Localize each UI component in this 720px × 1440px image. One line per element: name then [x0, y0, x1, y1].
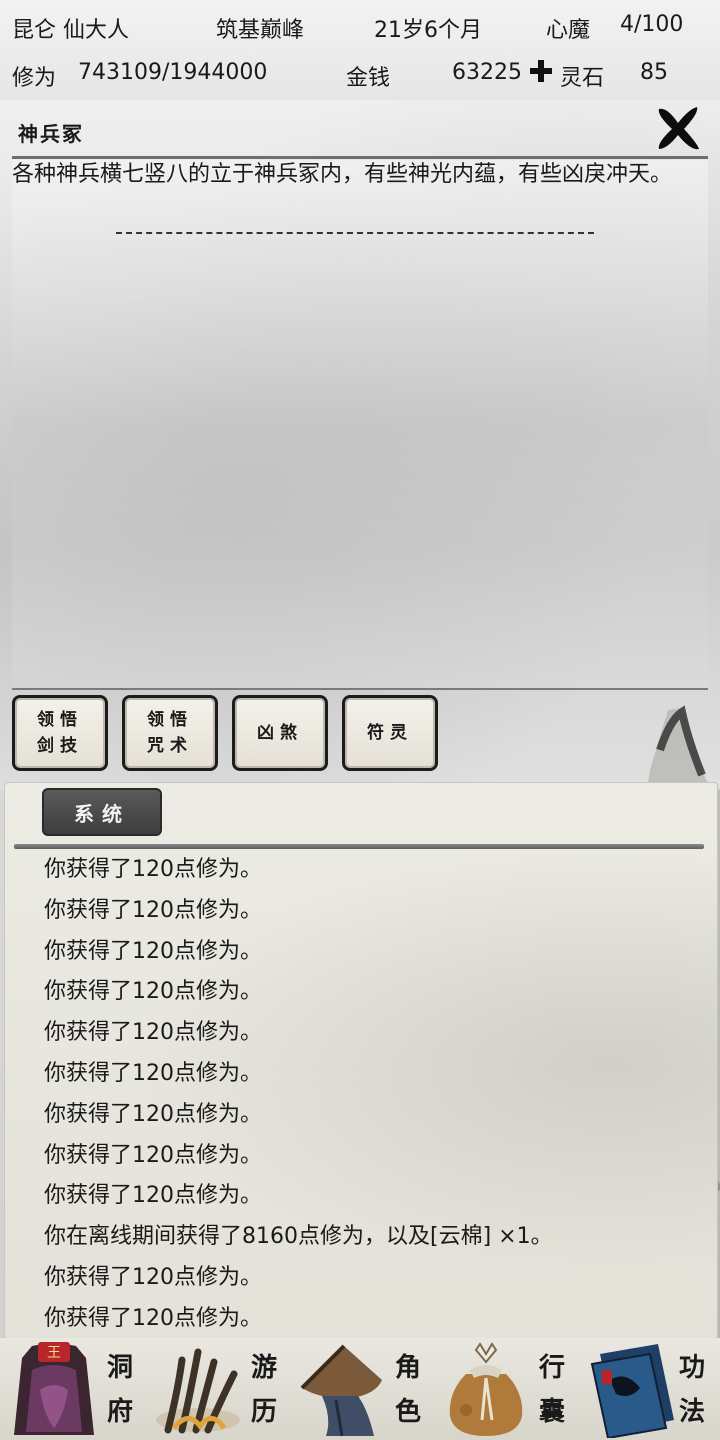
cultivation-realm: 筑基巅峰 [216, 18, 305, 43]
log-entry: 你获得了120点修为。 [44, 1264, 262, 1290]
close-button[interactable] [652, 102, 704, 154]
log-entry: 你获得了120点修为。 [44, 938, 262, 964]
log-entry: 你获得了120点修为。 [44, 1101, 262, 1127]
cultivation-label: 修为 [12, 66, 57, 91]
cultivation-value: 743109/1944000 [78, 60, 268, 85]
skills-book-icon [590, 1344, 674, 1438]
money-value: 63225 [452, 60, 522, 85]
log-entry: 你获得了120点修为。 [44, 1183, 262, 1209]
comprehend-sword-skill-button[interactable]: 领悟 剑技 [12, 695, 108, 771]
tab-system[interactable]: 系统 [42, 788, 162, 836]
character-icon [300, 1344, 382, 1437]
cave-dwelling-icon: 王 [14, 1342, 94, 1435]
log-entry: 你获得了120点修为。 [44, 1142, 262, 1168]
spirit-stone-label: 灵石 [560, 66, 605, 91]
bag-icon [449, 1342, 523, 1436]
log-entry: 你获得了120点修为。 [44, 1060, 262, 1086]
close-icon [658, 107, 699, 150]
log-entry: 你获得了120点修为。 [44, 857, 262, 882]
event-title: 神兵冢 [18, 122, 84, 146]
log-entry: 你获得了120点修为。 [44, 1020, 262, 1046]
event-content-area [12, 160, 708, 688]
system-log-list[interactable]: 你获得了120点修为。 你获得了120点修为。 你获得了120点修为。 你获得了… [44, 852, 704, 1342]
add-money-icon[interactable] [528, 58, 554, 84]
log-divider [14, 844, 704, 849]
character-age: 21岁6个月 [374, 18, 482, 43]
comprehend-curse-skill-button[interactable]: 领悟 咒术 [122, 695, 218, 771]
log-entry: 你获得了120点修为。 [44, 897, 262, 923]
status-bar: 昆仑 仙大人 筑基巅峰 21岁6个月 心魔 4/100 修为 743109/19… [0, 0, 720, 102]
heart-demon-label: 心魔 [546, 18, 591, 43]
spirit-stone-value: 85 [640, 60, 668, 85]
bottom-navigation: 王 洞 府 游 历 角 色 行 囊 功 法 [0, 1338, 720, 1440]
sect-name: 昆仑 仙大人 [12, 18, 129, 43]
fierce-evil-button[interactable]: 凶煞 [232, 695, 328, 771]
log-entry: 你在离线期间获得了8160点修为，以及[云棉] ×1。 [44, 1224, 553, 1250]
log-entry: 你获得了120点修为。 [44, 979, 262, 1005]
heart-demon-value: 4/100 [620, 12, 684, 37]
travel-icon [156, 1348, 240, 1434]
dashed-divider [116, 232, 594, 234]
money-label: 金钱 [346, 66, 391, 91]
nav-skills[interactable]: 功 法 [576, 1338, 720, 1440]
title-divider [12, 156, 708, 159]
log-entry: 你获得了120点修为。 [44, 1305, 262, 1331]
nav-badge-text: 王 [47, 1345, 61, 1361]
event-description: 各种神兵横七竖八的立于神兵冢内，有些神光内蕴，有些凶戾冲天。 [12, 162, 673, 187]
